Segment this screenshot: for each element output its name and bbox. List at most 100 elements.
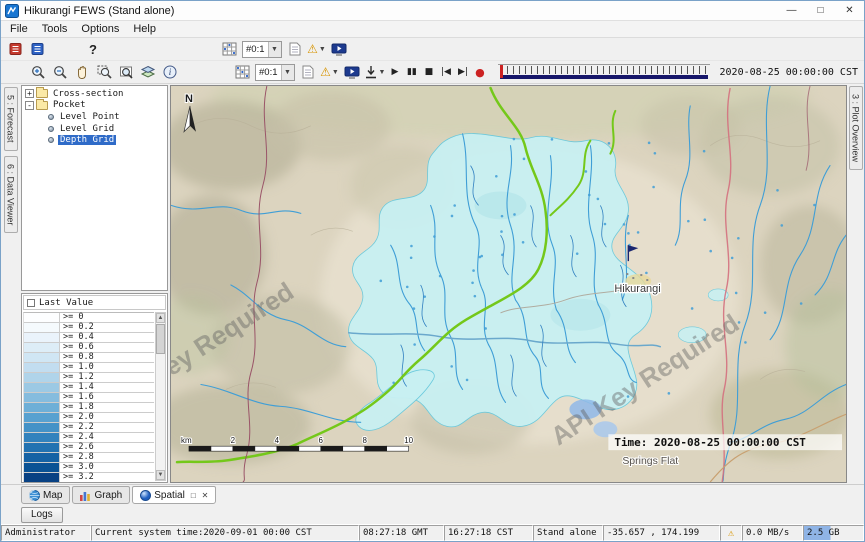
timeseries-document-button[interactable]	[285, 40, 305, 59]
map-time-text: Time: 2020-08-25 00:00:00 CST	[614, 436, 806, 449]
tree-expander[interactable]: -	[25, 101, 34, 110]
minimize-button[interactable]: —	[777, 1, 806, 20]
tab-forecast[interactable]: 5 : Forecast	[4, 87, 18, 151]
tree-item-label: Level Grid	[58, 124, 116, 134]
logs-button[interactable]: Logs	[21, 507, 63, 523]
documentation-icon[interactable]	[27, 40, 47, 59]
tree-item[interactable]: Level Point	[22, 111, 167, 123]
help-button[interactable]: ?	[85, 40, 101, 59]
thresholds-warning-button[interactable]: ⚠▼	[307, 40, 327, 59]
legend-color-swatch	[24, 383, 60, 392]
play-button[interactable]: ▶	[386, 63, 403, 81]
tab-float-button[interactable]: □	[191, 491, 196, 500]
zoom-rectangle-button[interactable]	[94, 63, 114, 82]
close-button[interactable]: ✕	[835, 1, 864, 20]
grid-display-button[interactable]	[219, 40, 239, 59]
legend-color-swatch	[24, 353, 60, 362]
layers-icon[interactable]	[138, 63, 158, 82]
right-shortcut-bar: 3 : Plot Overview	[847, 84, 864, 484]
tab-plot-overview[interactable]: 3 : Plot Overview	[849, 86, 863, 170]
ensemble-selector[interactable]: #0:1 ▼	[242, 41, 282, 58]
main-area: 5 : Forecast 6 : Data Viewer +Cross-secti…	[1, 84, 864, 484]
last-value-label: Last Value	[39, 298, 93, 308]
tab-close-button[interactable]: ✕	[202, 491, 209, 500]
record-button[interactable]: ●	[471, 63, 488, 81]
chevron-down-icon: ▼	[379, 69, 386, 76]
toolbar-top: ? #0:1 ▼ ⚠▼	[1, 38, 864, 61]
timeline-slider[interactable]	[498, 64, 709, 81]
last-value-checkbox[interactable]	[27, 299, 35, 307]
legend-color-swatch	[24, 453, 60, 462]
legend-threshold-label: >= 0.4	[60, 333, 94, 342]
menu-help[interactable]: Help	[126, 22, 163, 36]
step-forward-button[interactable]: ▶|	[454, 63, 471, 81]
zoom-out-button[interactable]	[50, 63, 70, 82]
chevron-down-icon[interactable]: ▼	[268, 42, 281, 57]
menu-tools[interactable]: Tools	[35, 22, 75, 36]
status-user: Administrator	[1, 525, 91, 541]
ensemble-selector[interactable]: #0:1 ▼	[255, 64, 295, 81]
tab-map[interactable]: Map	[21, 486, 70, 504]
legend-threshold-label: >= 0.2	[60, 323, 94, 332]
timeline-current-marker[interactable]	[500, 65, 503, 78]
maximize-button[interactable]: □	[806, 1, 835, 20]
scroll-down-icon[interactable]: ▼	[156, 470, 165, 480]
node-icon	[48, 126, 54, 132]
legend-row: >= 3.2	[24, 473, 154, 483]
menu-options[interactable]: Options	[74, 22, 126, 36]
stop-button[interactable]: ■	[420, 63, 437, 81]
tree-expander[interactable]: +	[25, 89, 34, 98]
tab-spatial[interactable]: Spatial □ ✕	[132, 486, 216, 504]
map-viewport[interactable]: API Key Required API Key Required Hikura…	[170, 85, 847, 483]
scroll-thumb[interactable]	[156, 324, 165, 354]
legend-threshold-label: >= 1.0	[60, 363, 94, 372]
legend-threshold-label: >= 2.0	[60, 413, 94, 422]
tree-item[interactable]: Depth Grid	[22, 134, 167, 146]
scale-tick-label: 6	[319, 436, 324, 445]
timeseries-scroll-button[interactable]	[298, 63, 318, 82]
legend-threshold-label: >= 3.2	[60, 473, 94, 482]
scale-tick-label: 4	[275, 436, 280, 445]
export-download-button[interactable]: ▼	[364, 63, 386, 82]
legend-color-swatch	[24, 413, 60, 422]
menu-file[interactable]: File	[3, 22, 35, 36]
last-value-option[interactable]: Last Value	[23, 295, 166, 310]
grid-display-button[interactable]	[232, 63, 252, 82]
animation-display-button[interactable]	[342, 63, 362, 82]
tree-item-label: Level Point	[58, 112, 122, 122]
pause-button[interactable]: ▮▮	[403, 63, 420, 81]
info-button[interactable]: i	[160, 63, 180, 82]
tree-item[interactable]: -Pocket	[22, 100, 167, 112]
tab-graph[interactable]: Graph	[72, 486, 130, 504]
animation-display-button[interactable]	[329, 40, 349, 59]
chevron-down-icon[interactable]: ▼	[281, 65, 294, 80]
status-mode: Stand alone	[533, 525, 603, 541]
tree-item-label: Depth Grid	[58, 135, 116, 145]
node-icon	[48, 137, 54, 143]
log-viewer-icon[interactable]	[5, 40, 25, 59]
map-canvas[interactable]: API Key Required API Key Required Hikura…	[171, 86, 846, 482]
north-label: N	[185, 93, 193, 105]
tree-item[interactable]: +Cross-section	[22, 88, 167, 100]
legend-scrollbar[interactable]: ▲ ▼	[155, 312, 166, 481]
tab-data-viewer[interactable]: 6 : Data Viewer	[4, 156, 18, 233]
data-viewer-panel: +Cross-section-PocketLevel Point Level Gr…	[20, 84, 169, 484]
step-back-button[interactable]: |◀	[437, 63, 454, 81]
timeline-bar	[500, 75, 707, 79]
legend-threshold-label: >= 1.8	[60, 403, 94, 412]
legend-threshold-label: >= 1.2	[60, 373, 94, 382]
zoom-in-button[interactable]	[28, 63, 48, 82]
tab-label: Spatial	[154, 490, 185, 501]
app-logo-icon	[5, 4, 19, 18]
legend-threshold-label: >= 3.0	[60, 463, 94, 472]
scale-tick-label: 8	[362, 436, 367, 445]
left-shortcut-bar: 5 : Forecast 6 : Data Viewer	[1, 84, 20, 484]
pan-hand-icon[interactable]	[72, 63, 92, 82]
zoom-extent-button[interactable]	[116, 63, 136, 82]
tree-item[interactable]: Level Grid	[22, 123, 167, 135]
thresholds-warning-button[interactable]: ⚠▼	[320, 63, 340, 82]
legend-panel: Last Value >= 0>= 0.2>= 0.4>= 0.6>= 0.8>…	[21, 293, 168, 483]
legend-threshold-label: >= 0.8	[60, 353, 94, 362]
legend-color-swatch	[24, 393, 60, 402]
scroll-up-icon[interactable]: ▲	[156, 313, 165, 323]
